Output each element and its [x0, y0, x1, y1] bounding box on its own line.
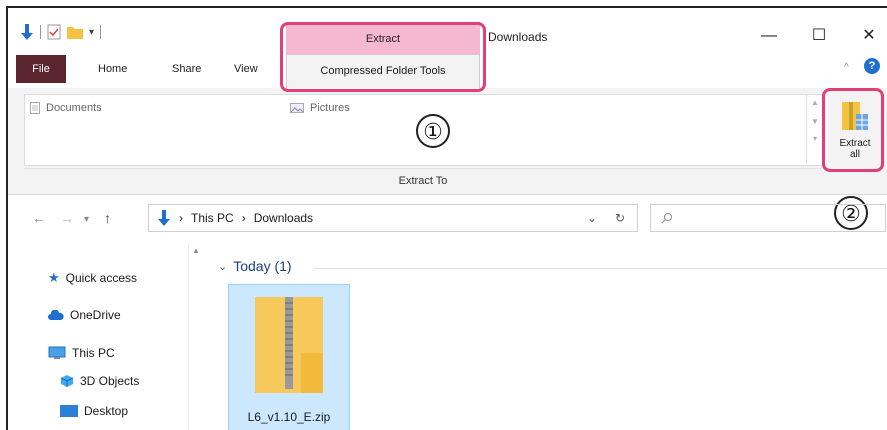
chevron-down-icon: ⌄: [218, 260, 228, 273]
document-icon: [30, 102, 40, 114]
collapse-ribbon-icon[interactable]: ^: [844, 62, 849, 73]
nav-item-label: Quick access: [65, 271, 138, 285]
close-button[interactable]: ✕: [854, 26, 884, 46]
tab-file[interactable]: File: [16, 55, 66, 83]
nav-item-desktop[interactable]: Desktop: [60, 404, 128, 418]
properties-icon[interactable]: [47, 24, 61, 40]
nav-item-onedrive[interactable]: OneDrive: [48, 308, 121, 322]
nav-item-label: OneDrive: [70, 308, 121, 322]
nav-item-label: 3D Objects: [80, 374, 140, 388]
toolbar-separator: [40, 25, 41, 39]
file-group-header[interactable]: ⌄ Today (1): [218, 258, 292, 274]
monitor-icon: [48, 346, 66, 359]
star-icon: ★: [48, 270, 60, 285]
minimize-button[interactable]: —: [754, 26, 784, 46]
gallery-item-documents[interactable]: Documents: [30, 100, 102, 116]
scroll-up-icon[interactable]: ▲: [189, 246, 203, 255]
nav-item-this-pc[interactable]: This PC: [48, 346, 115, 360]
file-explorer-window: ▾ Extract Downloads — ☐ ✕ File Home Shar…: [6, 6, 887, 430]
search-icon: [661, 213, 672, 224]
expand-gallery-icon[interactable]: ▾: [807, 134, 823, 143]
file-item-zip[interactable]: [228, 284, 350, 430]
gallery-item-pictures[interactable]: Pictures: [290, 100, 350, 116]
nav-item-3d-objects[interactable]: 3D Objects: [60, 374, 139, 388]
annotation-highlight-2: [822, 88, 884, 172]
scroll-up-icon[interactable]: ▲: [807, 98, 823, 107]
tab-share[interactable]: Share: [172, 56, 201, 82]
breadcrumb-separator-icon: ›: [241, 211, 246, 225]
ribbon-group-label: Extract To: [24, 168, 822, 195]
gallery-item-label: Documents: [46, 102, 102, 114]
forward-arrow-icon[interactable]: →: [60, 210, 74, 226]
annotation-marker-1: ①: [416, 114, 450, 148]
downloads-folder-icon: [158, 210, 170, 226]
tab-home[interactable]: Home: [98, 56, 127, 82]
quick-access-toolbar: ▾: [20, 22, 102, 42]
pictures-icon: [290, 103, 304, 113]
zip-folder-icon: [255, 297, 323, 393]
cube-icon: [60, 375, 74, 387]
annotation-highlight-1: [280, 22, 486, 92]
search-box[interactable]: [650, 204, 886, 232]
scroll-down-icon[interactable]: ▼: [807, 117, 823, 126]
back-arrow-icon[interactable]: ←: [32, 210, 46, 226]
group-header-label: Today (1): [233, 258, 292, 274]
customize-dropdown-icon[interactable]: ▾: [89, 27, 94, 38]
nav-item-quick-access[interactable]: ★ Quick access: [48, 270, 137, 286]
address-dropdown-icon[interactable]: ⌄: [587, 211, 597, 225]
new-folder-icon[interactable]: [67, 25, 83, 39]
up-arrow-icon[interactable]: ↑: [104, 210, 111, 226]
address-bar[interactable]: › This PC › Downloads ⌄ ↻: [148, 204, 638, 232]
down-arrow-icon[interactable]: [20, 24, 34, 40]
file-name-label: L6_v1.10_E.zip: [247, 410, 331, 424]
gallery-item-label: Pictures: [310, 102, 350, 114]
nav-pane-scrollbar[interactable]: ▲: [188, 244, 203, 430]
refresh-icon[interactable]: ↻: [615, 211, 625, 225]
nav-item-label: Desktop: [84, 404, 129, 418]
breadcrumb-this-pc[interactable]: This PC: [191, 211, 234, 225]
desktop-folder-icon: [60, 405, 78, 417]
window-title: Downloads: [488, 30, 548, 44]
help-icon[interactable]: ?: [864, 58, 880, 74]
breadcrumb-downloads[interactable]: Downloads: [254, 211, 313, 225]
tab-view[interactable]: View: [234, 56, 258, 82]
maximize-button[interactable]: ☐: [804, 26, 834, 46]
nav-item-label: This PC: [72, 346, 115, 360]
recent-locations-icon[interactable]: ▾: [84, 214, 89, 225]
cloud-icon: [48, 310, 64, 320]
toolbar-separator: [100, 25, 102, 39]
breadcrumb-separator-icon: ›: [179, 211, 183, 225]
group-divider: [314, 268, 887, 269]
gallery-scrollbar[interactable]: ▲ ▼ ▾: [806, 94, 823, 164]
